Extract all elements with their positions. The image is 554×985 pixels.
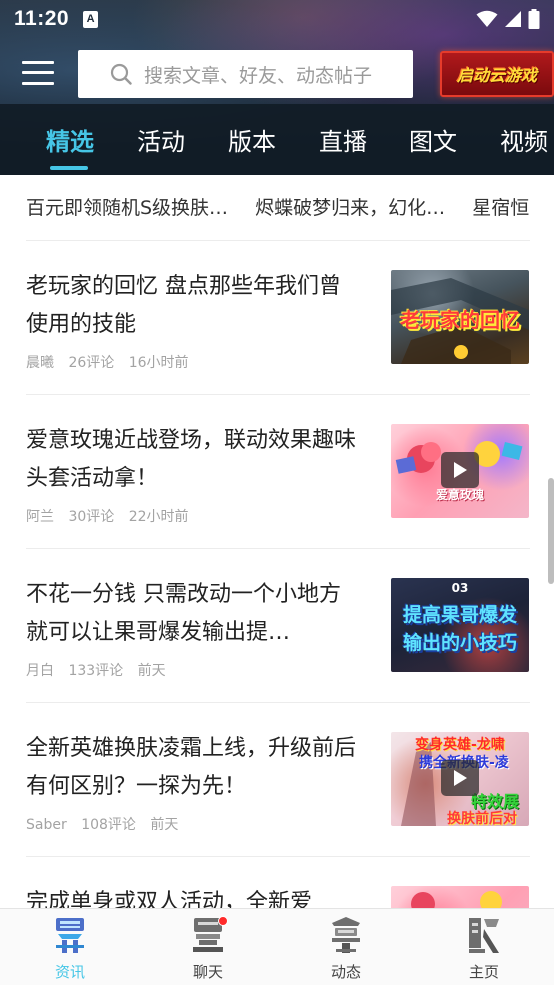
- article-title: 不花一分钱 只需改动一个小地方 就可以让果哥爆发输出提…: [26, 582, 341, 645]
- thumbnail-caption: 变身英雄-龙啸: [415, 737, 505, 753]
- tab-graphic[interactable]: 图文: [409, 122, 457, 157]
- status-bar: 11:20 A: [0, 0, 554, 38]
- search-input[interactable]: 搜索文章、好友、动态帖子: [78, 50, 413, 98]
- ticker-item[interactable]: 烬蝶破梦归来，幻化…: [255, 193, 445, 220]
- video-play-icon: [441, 760, 479, 796]
- nav-label: 资讯: [54, 963, 85, 981]
- video-play-icon: [441, 452, 479, 488]
- thumbnail-badge: 03: [451, 581, 469, 595]
- article-comments: 26评论: [68, 355, 115, 371]
- home-glyph-icon: [466, 915, 502, 955]
- feed-glyph-icon: [328, 915, 364, 955]
- thumbnail-caption-line2: 输出的小技巧: [402, 632, 517, 654]
- article-meta: Saber 108评论 前天: [26, 814, 188, 834]
- unread-badge: [218, 916, 228, 926]
- cellular-signal-icon: [505, 11, 521, 27]
- article-time: 前天: [137, 663, 166, 679]
- search-placeholder: 搜索文章、好友、动态帖子: [144, 64, 373, 87]
- menu-icon[interactable]: [20, 58, 56, 88]
- thumbnail-caption: 老玩家的回忆: [400, 308, 520, 332]
- search-icon: [110, 63, 132, 85]
- wifi-icon: [476, 10, 498, 27]
- article-time: 16小时前: [128, 355, 189, 371]
- nav-label: 动态: [330, 963, 361, 981]
- scrollbar[interactable]: [548, 478, 554, 584]
- article-title: 全新英雄换肤凌霜上线，升级前后有何区别？一探为先！: [26, 736, 357, 799]
- article-item[interactable]: 老玩家的回忆 盘点那些年我们曾使用的技能 晨曦 26评论 16小时前 老玩家的回…: [0, 240, 554, 394]
- article-thumbnail: 变身英雄-龙啸 携全新换肤-凌 特效展 换肤前后对: [391, 732, 529, 826]
- status-indicators: [476, 9, 540, 29]
- nav-label: 聊天: [192, 963, 223, 981]
- article-meta: 晨曦 26评论 16小时前: [26, 352, 199, 372]
- news-glyph-icon: [52, 915, 88, 955]
- active-tab-indicator: [50, 166, 88, 170]
- article-thumbnail: 爱意玫瑰: [391, 424, 529, 518]
- cloud-game-button[interactable]: 启动云游戏: [440, 51, 554, 97]
- article-thumbnail: 老玩家的回忆: [391, 270, 529, 364]
- article-item[interactable]: 全新英雄换肤凌霜上线，升级前后有何区别？一探为先！ Saber 108评论 前天…: [0, 702, 554, 856]
- article-comments: 133评论: [68, 663, 124, 679]
- article-item[interactable]: 不花一分钱 只需改动一个小地方 就可以让果哥爆发输出提… 月白 133评论 前天…: [0, 548, 554, 702]
- notification-app-icon: A: [83, 10, 99, 28]
- thumbnail-caption: 提高果哥爆发: [402, 604, 517, 626]
- article-author: 阿兰: [26, 509, 54, 525]
- header-toolbar: 搜索文章、好友、动态帖子 启动云游戏: [0, 46, 554, 102]
- article-item[interactable]: 完成单身或双人活动，全新爱: [0, 856, 554, 908]
- feed-content[interactable]: 百元即领随机S级换肤… 烬蝶破梦归来，幻化… 星宿恒 老玩家的回忆 盘点那些年我…: [0, 175, 554, 908]
- ticker-item[interactable]: 星宿恒: [472, 193, 529, 220]
- tab-events[interactable]: 活动: [137, 122, 185, 157]
- battery-icon: [528, 9, 540, 29]
- nav-item-home[interactable]: 主页: [434, 915, 534, 985]
- tab-video[interactable]: 视频: [500, 122, 548, 157]
- article-author: Saber: [26, 817, 67, 833]
- bottom-navigation: 资讯 聊天 动态 主页: [0, 908, 554, 985]
- article-author: 月白: [26, 663, 54, 679]
- nav-label: 主页: [468, 963, 499, 981]
- nav-item-feed[interactable]: 动态: [296, 915, 396, 985]
- article-author: 晨曦: [26, 355, 54, 371]
- article-comments: 30评论: [68, 509, 115, 525]
- category-tabs: 精选 活动 版本 直播 图文 视频: [0, 104, 554, 175]
- article-time: 22小时前: [128, 509, 189, 525]
- headline-ticker: 百元即领随机S级换肤… 烬蝶破梦归来，幻化… 星宿恒: [26, 193, 554, 223]
- article-meta: 阿兰 30评论 22小时前: [26, 506, 199, 526]
- tab-live[interactable]: 直播: [319, 122, 367, 157]
- article-comments: 108评论: [81, 817, 136, 833]
- thumbnail-caption-line4: 换肤前后对: [447, 811, 517, 826]
- thumbnail-caption: 爱意玫瑰: [435, 488, 484, 502]
- article-title: 完成单身或双人活动，全新爱: [26, 890, 313, 908]
- nav-item-news[interactable]: 资讯: [20, 915, 120, 985]
- tab-featured[interactable]: 精选: [46, 122, 94, 157]
- ticker-item[interactable]: 百元即领随机S级换肤…: [26, 193, 228, 220]
- article-meta: 月白 133评论 前天: [26, 660, 176, 680]
- article-item[interactable]: 爱意玫瑰近战登场，联动效果趣味头套活动拿！ 阿兰 30评论 22小时前 爱意玫瑰: [0, 394, 554, 548]
- tab-version[interactable]: 版本: [228, 122, 276, 157]
- app-header: 11:20 A 搜索文章、好友、动态帖子 启动云游戏 精选 活动 版本 直播 图…: [0, 0, 554, 175]
- article-time: 前天: [150, 817, 179, 833]
- nav-item-chat[interactable]: 聊天: [158, 915, 258, 985]
- article-title: 老玩家的回忆 盘点那些年我们曾使用的技能: [26, 274, 341, 337]
- article-title: 爱意玫瑰近战登场，联动效果趣味头套活动拿！: [26, 428, 357, 491]
- status-time: 11:20: [14, 7, 70, 30]
- article-thumbnail: 03 提高果哥爆发 输出的小技巧: [391, 578, 529, 672]
- article-thumbnail: [391, 886, 529, 908]
- cloud-game-label: 启动云游戏: [456, 66, 537, 85]
- chat-glyph-icon: [190, 915, 228, 955]
